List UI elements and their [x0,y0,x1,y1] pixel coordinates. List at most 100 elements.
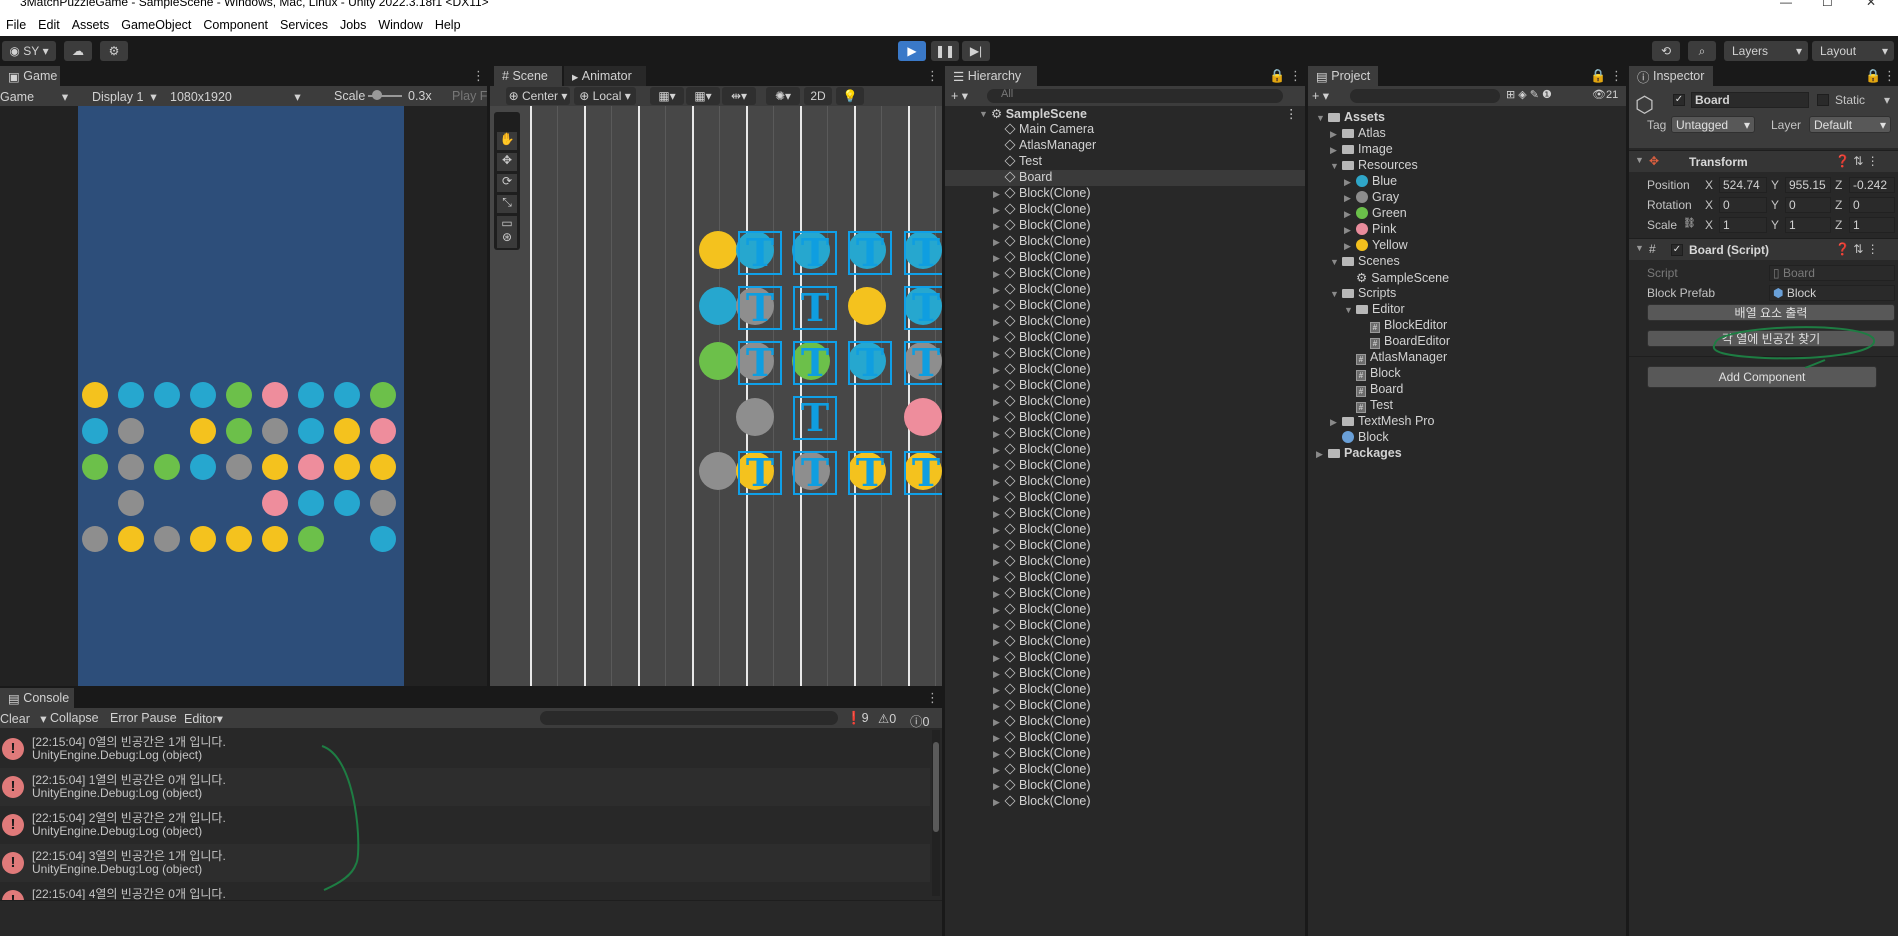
hierarchy-block-clone[interactable]: ▶ Block(Clone) [945,762,1305,778]
scale-slider-thumb[interactable] [372,90,382,100]
hierarchy-block-clone[interactable]: ▶ Block(Clone) [945,266,1305,282]
foldout-icon[interactable]: ▶ [993,573,1000,584]
board-foldout-icon[interactable]: ▼ [1635,243,1644,253]
project-item[interactable]: ▶ Yellow [1308,238,1626,254]
hierarchy-menu-icon[interactable]: ⋮ [1289,68,1302,84]
hierarchy-block-clone[interactable]: ▶ Block(Clone) [945,650,1305,666]
position-x-field[interactable]: 524.74 [1719,177,1767,193]
hierarchy-block-clone[interactable]: ▶ Block(Clone) [945,314,1305,330]
account-button[interactable]: ◉ SY ▾ [2,41,56,61]
move-tool-icon[interactable]: ✥ [497,153,517,171]
foldout-icon[interactable]: ▶ [993,797,1000,808]
project-item[interactable]: # BoardEditor [1308,334,1626,350]
tab-console[interactable]: ▤ Console [0,688,74,708]
foldout-icon[interactable]: ▼ [1344,305,1353,315]
console-log-entry[interactable]: ! [22:15:04] 0열의 빈공간은 1개 입니다. UnityEngine.… [0,730,930,768]
transform-tool-icon[interactable]: ⊛ [497,230,517,248]
snap-icon[interactable]: ▦▾ [686,87,720,105]
play-focused-dropdown[interactable]: Play F [452,89,487,103]
foldout-icon[interactable]: ▶ [1330,417,1337,428]
lock-icon[interactable]: 🔒 [1269,68,1285,84]
console-log-entry[interactable]: ! [22:15:04] 1열의 빈공간은 0개 입니다. UnityEngine.… [0,768,930,806]
foldout-icon[interactable]: ▶ [993,557,1000,568]
hierarchy-block-clone[interactable]: ▶ Block(Clone) [945,522,1305,538]
menu-window[interactable]: Window [372,18,428,32]
hierarchy-item[interactable]: Main Camera [945,122,1305,138]
foldout-icon[interactable]: ▶ [993,333,1000,344]
hidden-count[interactable]: 👁21 [1592,88,1618,101]
scale-tool-icon[interactable]: ⤡ [497,195,517,213]
project-item[interactable]: ▶ Blue [1308,174,1626,190]
tab-hierarchy[interactable]: ☰ Hierarchy [945,66,1037,86]
create-button[interactable]: + ▾ [951,88,968,103]
foldout-icon[interactable]: ▶ [993,509,1000,520]
hierarchy-block-clone[interactable]: ▶ Block(Clone) [945,298,1305,314]
foldout-icon[interactable]: ▶ [993,317,1000,328]
rotation-z-field[interactable]: 0 [1849,197,1895,213]
cloud-icon[interactable]: ☁ [64,41,92,61]
collapse-button[interactable]: Collapse [50,711,99,725]
hierarchy-block-clone[interactable]: ▶ Block(Clone) [945,442,1305,458]
hierarchy-block-clone[interactable]: ▶ Block(Clone) [945,730,1305,746]
play-button[interactable]: ▶ [898,41,926,61]
foldout-icon[interactable]: ▼ [1330,257,1339,267]
hierarchy-item[interactable]: Test [945,154,1305,170]
hierarchy-block-clone[interactable]: ▶ Block(Clone) [945,330,1305,346]
project-item[interactable]: # AtlasManager [1308,350,1626,366]
search-icon[interactable]: ⌕ [1688,41,1716,61]
grid-snap-icon[interactable]: ▦▾ [650,87,684,105]
project-item[interactable]: Block [1308,430,1626,446]
hierarchy-block-clone[interactable]: ▶ Block(Clone) [945,234,1305,250]
foldout-icon[interactable]: ▶ [993,717,1000,728]
lighting-icon[interactable]: 💡 [836,87,864,105]
project-item[interactable]: ▼ Scenes [1308,254,1626,270]
hierarchy-block-clone[interactable]: ▶ Block(Clone) [945,362,1305,378]
position-z-field[interactable]: -0.242 [1849,177,1895,193]
hierarchy-block-clone[interactable]: ▶ Block(Clone) [945,250,1305,266]
rotation-x-field[interactable]: 0 [1719,197,1767,213]
game-view[interactable] [0,106,487,686]
tab-animator[interactable]: ▸ Animator [564,66,646,86]
close-icon[interactable]: ✕ [1866,0,1876,9]
layer-dropdown[interactable]: Default ▾ [1809,116,1891,133]
foldout-icon[interactable]: ▶ [1344,193,1351,204]
hierarchy-block-clone[interactable]: ▶ Block(Clone) [945,426,1305,442]
foldout-icon[interactable]: ▶ [993,477,1000,488]
clear-button[interactable]: Clear ▾ [0,711,47,726]
hierarchy-block-clone[interactable]: ▶ Block(Clone) [945,346,1305,362]
foldout-icon[interactable]: ▶ [993,749,1000,760]
pause-button[interactable]: ❚❚ [931,41,959,61]
hierarchy-block-clone[interactable]: ▶ Block(Clone) [945,682,1305,698]
game-menu-icon[interactable]: ⋮ [472,68,485,84]
menu-gameobject[interactable]: GameObject [115,18,197,32]
hierarchy-block-clone[interactable]: ▶ Block(Clone) [945,394,1305,410]
foldout-icon[interactable]: ▼ [1330,161,1339,171]
foldout-icon[interactable]: ▶ [993,429,1000,440]
tab-project[interactable]: ▤ Project [1308,66,1378,86]
foldout-icon[interactable]: ▶ [993,621,1000,632]
collab-icon[interactable]: ⚙ [100,41,128,61]
hierarchy-block-clone[interactable]: ▶ Block(Clone) [945,186,1305,202]
hierarchy-block-clone[interactable]: ▶ Block(Clone) [945,506,1305,522]
mode-2d-button[interactable]: 2D [804,87,832,105]
static-dropdown-icon[interactable]: ▾ [1884,93,1890,107]
foldout-icon[interactable]: ▶ [993,589,1000,600]
transform-foldout-icon[interactable]: ▼ [1635,155,1644,165]
draw-mode-icon[interactable]: ✺▾ [766,87,800,105]
project-item[interactable]: ▶ Atlas [1308,126,1626,142]
project-item[interactable]: # Test [1308,398,1626,414]
foldout-icon[interactable]: ▶ [993,733,1000,744]
error-pause-button[interactable]: Error Pause [110,711,177,725]
hierarchy-block-clone[interactable]: ▶ Block(Clone) [945,378,1305,394]
hierarchy-block-clone[interactable]: ▶ Block(Clone) [945,538,1305,554]
project-item[interactable]: ▶ Image [1308,142,1626,158]
tag-dropdown[interactable]: Untagged ▾ [1671,116,1755,133]
hierarchy-block-clone[interactable]: ▶ Block(Clone) [945,586,1305,602]
hierarchy-block-clone[interactable]: ▶ Block(Clone) [945,634,1305,650]
project-item[interactable]: ▶ Pink [1308,222,1626,238]
menu-services[interactable]: Services [274,18,334,32]
hierarchy-block-clone[interactable]: ▶ Block(Clone) [945,474,1305,490]
scale-x-field[interactable]: 1 [1719,217,1767,233]
foldout-icon[interactable]: ▶ [993,189,1000,200]
menu-file[interactable]: File [0,18,32,32]
